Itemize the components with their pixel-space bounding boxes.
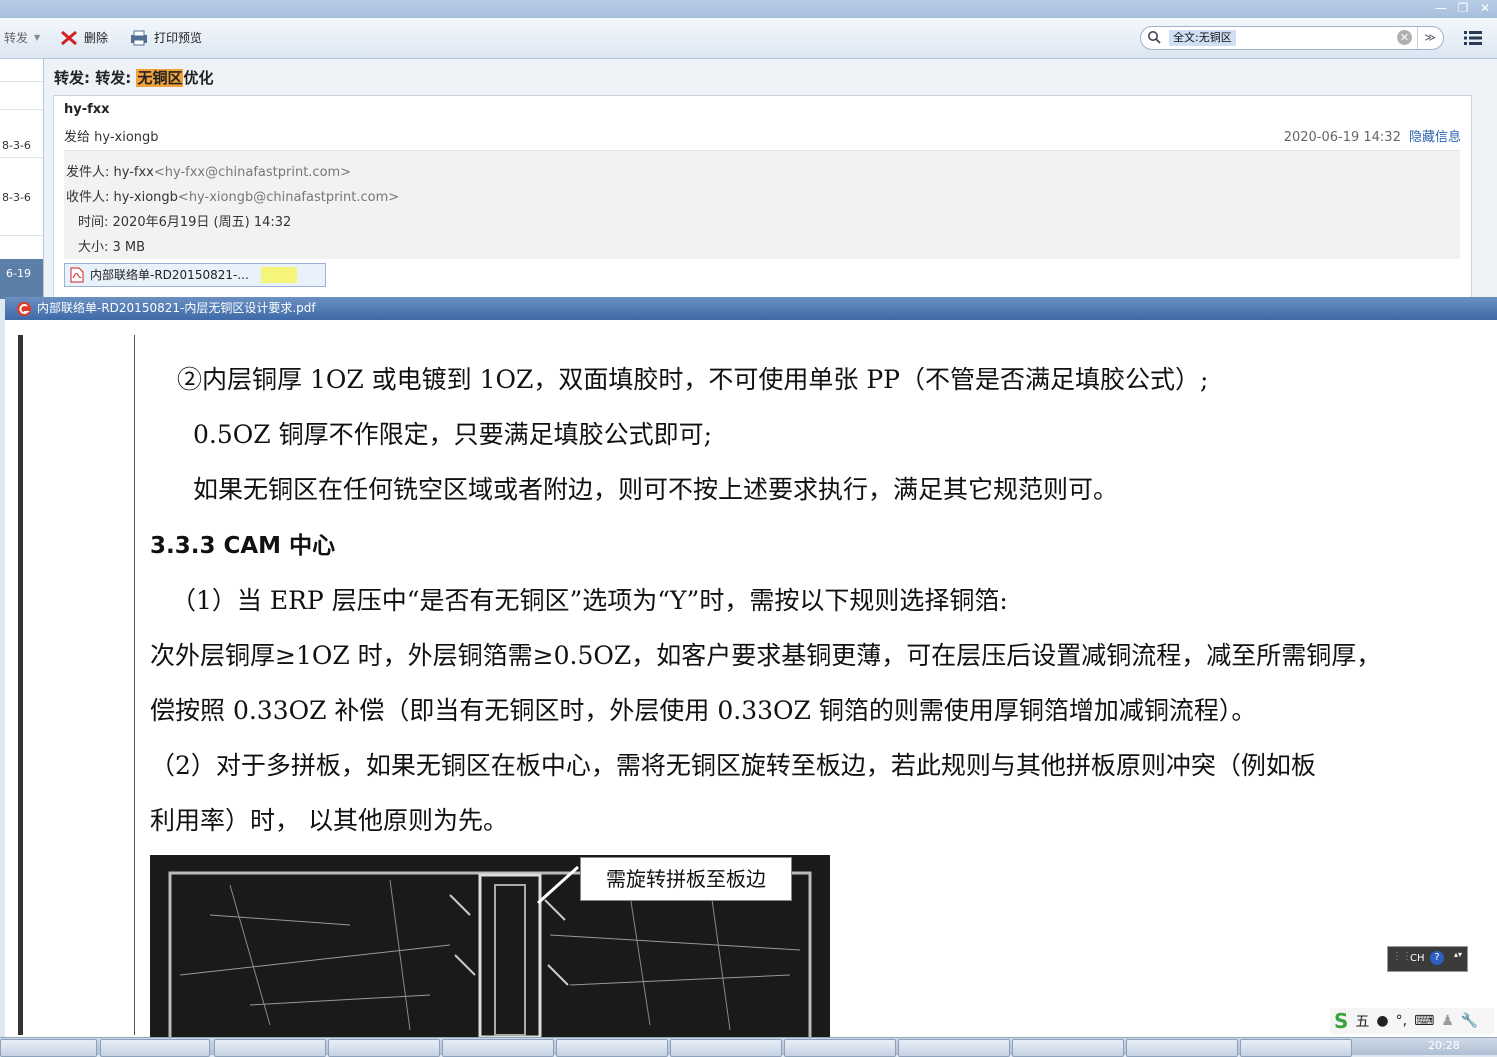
delete-icon	[61, 30, 77, 46]
taskbar-item[interactable]	[1240, 1039, 1352, 1057]
taskbar-item[interactable]	[214, 1039, 326, 1057]
hide-info-link[interactable]: 隐藏信息	[1409, 130, 1461, 145]
mail-header-card: hy-fxx 发给 hy-xiongb 2020-06-19 14:32 隐藏信…	[53, 95, 1472, 307]
attachment-name: 内部联络单-RD20150821-...	[90, 268, 249, 282]
pdf-app-icon	[17, 302, 31, 316]
taskbar-item[interactable]	[670, 1039, 782, 1057]
sogou-s-icon[interactable]: S	[1334, 1009, 1348, 1033]
doc-line: 0.5OZ 铜厚不作限定，只要满足填胶公式即可;	[193, 420, 712, 449]
forward-label: 转发	[4, 31, 29, 45]
size-row: 大小: 3 MB	[78, 240, 146, 255]
chevron-down-icon: ▼	[34, 33, 41, 42]
taskbar: 20:28	[0, 1037, 1497, 1057]
delete-label: 删除	[84, 31, 109, 45]
taskbar-item[interactable]	[0, 1039, 97, 1057]
close-icon[interactable]: ✕	[1477, 0, 1493, 16]
doc-line: 次外层铜厚≥1OZ 时，外层铜箔需≥0.5OZ，如客户要求基铜更薄，可在层压后设…	[150, 641, 1382, 670]
taskbar-item[interactable]	[328, 1039, 440, 1057]
search-input[interactable]: 全文:无铜区 ✕ ≫	[1140, 26, 1444, 50]
doc-line: 利用率）时， 以其他原则为先。	[150, 806, 508, 835]
keyboard-icon[interactable]: ⌨	[1414, 1013, 1434, 1029]
time-row: 时间: 2020年6月19日 (周五) 14:32	[78, 215, 292, 230]
taskbar-item[interactable]	[898, 1039, 1010, 1057]
list-menu-icon[interactable]	[1464, 30, 1482, 46]
taskbar-item[interactable]	[100, 1039, 210, 1057]
expand-icon[interactable]: ▴▾	[1454, 950, 1462, 959]
from-label: 发件人: hy-fxx	[66, 165, 154, 180]
print-preview-label: 打印预览	[154, 31, 203, 45]
to-label: 收件人: hy-xiongb	[66, 190, 178, 205]
search-value: 全文:无铜区	[1169, 30, 1236, 46]
doc-line: 如果无铜区在任何铣空区域或者附边，则可不按上述要求执行，满足其它规范则可。	[193, 475, 1119, 504]
mail-date: 2020-06-19 14:32 隐藏信息	[1284, 126, 1461, 145]
doc-line: ②内层铜厚 1OZ 或电镀到 1OZ，双面填胶时，不可使用单张 PP（不管是否满…	[177, 365, 1209, 394]
pcb-photo: 需旋转拼板至板边	[150, 855, 830, 1037]
doc-heading: 3.3.3 CAM 中心	[150, 533, 336, 559]
taskbar-item[interactable]	[442, 1039, 554, 1057]
ime-language: CH	[1410, 953, 1425, 964]
taskbar-item[interactable]	[1012, 1039, 1124, 1057]
doc-line: （2）对于多拼板，如果无铜区在板中心，需将无铜区旋转至板边，若此规则与其他拼板原…	[150, 751, 1316, 780]
pdf-file-icon	[70, 267, 84, 283]
taskbar-item[interactable]	[784, 1039, 896, 1057]
wrench-icon[interactable]: 🔧	[1461, 1013, 1478, 1029]
message-list: 8-3-6 8-3-6 6-19	[0, 59, 44, 299]
recipient-line: 发给 hy-xiongb	[64, 130, 159, 145]
subject-prefix: 转发: 转发:	[54, 69, 137, 87]
search-options-icon[interactable]: ≫	[1417, 27, 1442, 49]
subject-suffix: 优化	[183, 69, 214, 87]
search-icon	[1148, 31, 1161, 44]
help-icon[interactable]: ?	[1430, 951, 1444, 965]
punctuation-icon[interactable]: °,	[1396, 1013, 1407, 1029]
sender-name[interactable]: hy-fxx	[64, 102, 110, 117]
pdf-page: ②内层铜厚 1OZ 或电镀到 1OZ，双面填胶时，不可使用单张 PP（不管是否满…	[5, 320, 1497, 1037]
from-row: 发件人: hy-fxx<hy-fxx@chinafastprint.com>	[66, 161, 351, 180]
printer-icon	[131, 30, 147, 46]
list-item-date: 8-3-6	[2, 139, 31, 152]
taskbar-item[interactable]	[556, 1039, 668, 1057]
attachment-item[interactable]: 内部联络单-RD20150821-...	[64, 263, 326, 287]
list-item[interactable]: 8-3-6	[0, 109, 43, 158]
to-email: <hy-xiongb@chinafastprint.com>	[177, 190, 400, 205]
from-email: <hy-fxx@chinafastprint.com>	[153, 165, 352, 180]
mail-subject: 转发: 转发: 无铜区优化	[54, 67, 213, 88]
system-clock: 20:28	[1428, 1039, 1460, 1052]
subject-highlight: 无铜区	[136, 69, 184, 87]
list-item[interactable]	[0, 81, 43, 110]
ime-mode[interactable]: 五	[1355, 1011, 1369, 1031]
window-controls: — ❐ ✕	[1433, 0, 1493, 16]
list-item-date: 8-3-6	[2, 191, 31, 204]
pdf-title: 内部联络单-RD20150821-内层无铜区设计要求.pdf	[37, 301, 316, 315]
list-item-selected[interactable]: 6-19	[0, 259, 43, 299]
doc-line: 偿按照 0.33OZ 补偿（即当有无铜区时，外层使用 0.33OZ 铜箔的则需使…	[150, 696, 1257, 725]
mail-toolbar: 转发 ▼ 删除 打印预览 全文:无铜区 ✕ ≫	[0, 18, 1497, 59]
mail-details: 发件人: hy-fxx<hy-fxx@chinafastprint.com> 收…	[64, 150, 1460, 259]
callout-label: 需旋转拼板至板边	[580, 857, 792, 901]
list-item-date: 6-19	[6, 267, 31, 280]
list-item[interactable]: 8-3-6	[0, 157, 43, 236]
clear-search-icon[interactable]: ✕	[1397, 30, 1412, 45]
date-text: 2020-06-19 14:32	[1283, 130, 1401, 145]
ime-language-bar[interactable]: ⋮⋮ CH ? ▴▾	[1387, 946, 1468, 972]
restore-icon[interactable]: ❐	[1455, 0, 1471, 16]
attachment-highlight	[260, 267, 297, 283]
to-row: 收件人: hy-xiongb<hy-xiongb@chinafastprint.…	[66, 186, 399, 205]
taskbar-item[interactable]	[1126, 1039, 1238, 1057]
print-preview-button[interactable]: 打印预览	[130, 28, 202, 48]
minimize-icon[interactable]: —	[1433, 0, 1449, 16]
grip-icon: ⋮⋮	[1392, 951, 1412, 962]
halfwidth-icon[interactable]: ●	[1376, 1013, 1388, 1029]
mail-reading-pane: 转发: 转发: 无铜区优化 hy-fxx 发给 hy-xiongb 2020-0…	[44, 59, 1497, 307]
delete-button[interactable]: 删除	[60, 28, 108, 48]
user-icon[interactable]: ♟	[1441, 1013, 1454, 1029]
pdf-title-bar: 内部联络单-RD20150821-内层无铜区设计要求.pdf	[5, 297, 1497, 320]
pdf-viewer-window: 内部联络单-RD20150821-内层无铜区设计要求.pdf ②内层铜厚 1OZ…	[5, 297, 1497, 1037]
ime-toolbar: S 五 ● °, ⌨ ♟ 🔧	[1330, 1008, 1494, 1034]
forward-button[interactable]: 转发 ▼	[4, 28, 40, 48]
list-item[interactable]	[0, 59, 43, 82]
window-title-bar: — ❐ ✕	[0, 0, 1497, 18]
doc-line: （1）当 ERP 层压中“是否有无铜区”选项为“Y”时，需按以下规则选择铜箔:	[171, 586, 1008, 615]
